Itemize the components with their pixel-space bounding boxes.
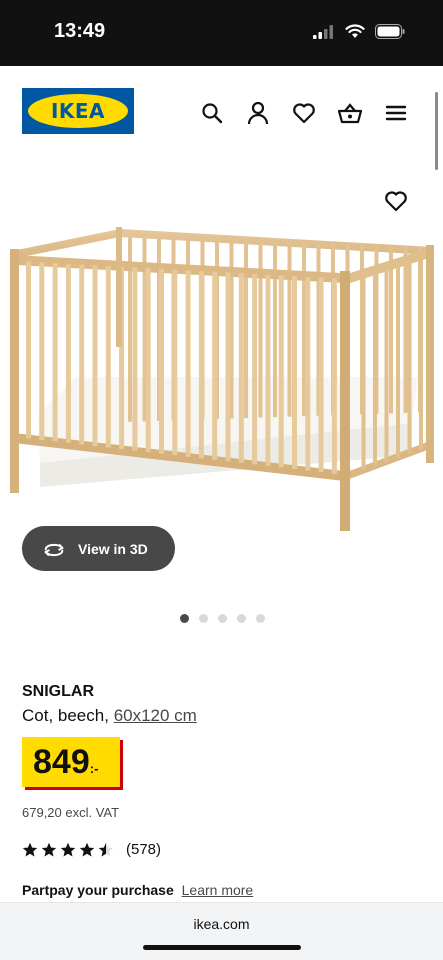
partpay-label: Partpay your purchase: [22, 882, 174, 898]
gallery-dot[interactable]: [180, 614, 189, 623]
gallery-pagination: [180, 614, 265, 623]
product-size-link[interactable]: 60x120 cm: [114, 706, 197, 725]
price-tag: 849 :-: [22, 737, 120, 787]
battery-icon: [375, 24, 405, 39]
site-header: IKEA: [0, 66, 443, 158]
rating-stars: [22, 842, 114, 858]
price-suffix: :-: [89, 761, 99, 776]
product-rating[interactable]: (578): [22, 841, 161, 858]
browser-bottom-bar: ikea.com: [0, 902, 443, 960]
star-icon: [60, 842, 76, 856]
signal-icon: [313, 24, 333, 39]
basket-icon[interactable]: [337, 100, 363, 126]
status-bar: 13:49: [0, 0, 443, 66]
address-bar[interactable]: ikea.com: [0, 916, 443, 932]
heart-icon[interactable]: [291, 100, 317, 126]
gallery-dot[interactable]: [218, 614, 227, 623]
scroll-indicator[interactable]: [435, 92, 438, 170]
review-count: (578): [126, 841, 162, 858]
gallery-dot[interactable]: [199, 614, 208, 623]
product-name: SNIGLAR: [22, 683, 94, 700]
logo-oval: IKEA: [28, 94, 128, 128]
search-icon[interactable]: [199, 100, 225, 126]
rotate-3d-icon: [44, 543, 64, 556]
star-icon: [98, 842, 114, 856]
learn-more-link[interactable]: Learn more: [182, 882, 254, 898]
add-to-favourites-button[interactable]: [384, 190, 412, 218]
price-excl-vat: 679,20 excl. VAT: [22, 805, 120, 820]
wifi-icon: [345, 24, 365, 38]
product-description: Cot, beech, 60x120 cm: [22, 706, 197, 726]
status-time: 13:49: [54, 20, 106, 42]
status-icons: [313, 24, 405, 39]
view-in-3d-button[interactable]: View in 3D: [22, 526, 175, 571]
header-icons: [199, 100, 409, 126]
view-in-3d-label: View in 3D: [78, 540, 148, 557]
price-value: 849: [33, 743, 90, 781]
star-icon: [41, 842, 57, 856]
logo-text: IKEA: [50, 99, 106, 123]
gallery-dot[interactable]: [256, 614, 265, 623]
ikea-logo[interactable]: IKEA: [22, 88, 134, 134]
product-image[interactable]: [0, 215, 443, 535]
partpay-section: Partpay your purchase Learn more: [22, 882, 253, 898]
star-icon: [22, 842, 38, 856]
home-indicator[interactable]: [143, 945, 301, 950]
gallery-dot[interactable]: [237, 614, 246, 623]
profile-icon[interactable]: [245, 100, 271, 126]
star-icon: [79, 842, 95, 856]
menu-icon[interactable]: [383, 100, 409, 126]
product-type: Cot, beech,: [22, 706, 109, 725]
